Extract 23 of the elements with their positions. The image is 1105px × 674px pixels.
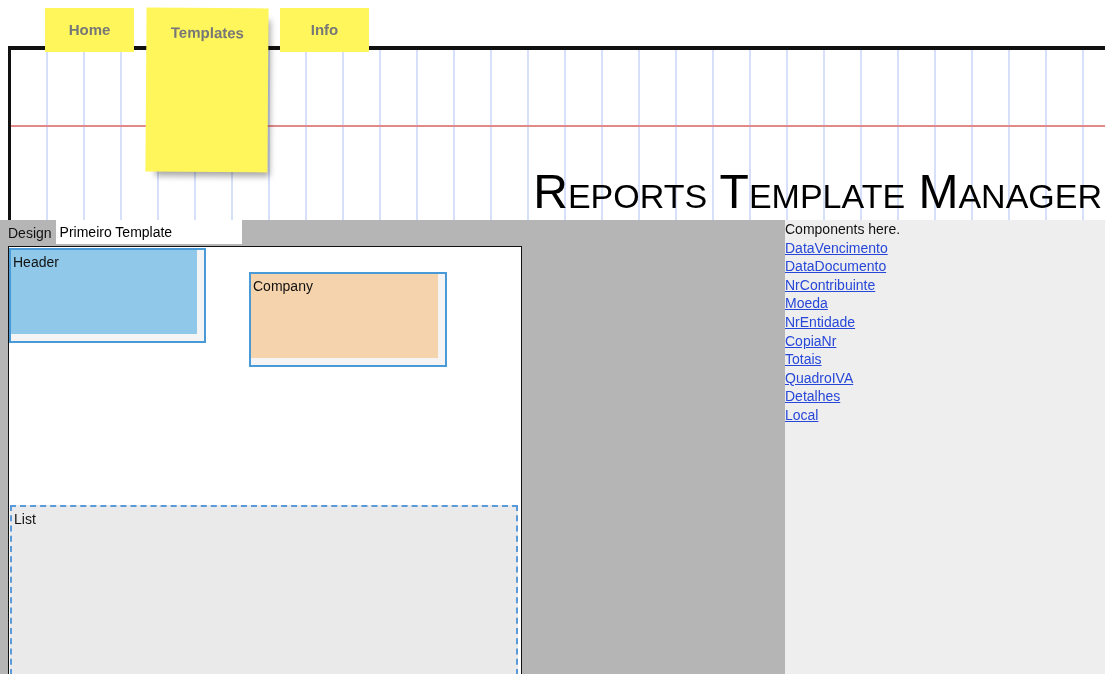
design-label: Design: [7, 224, 53, 243]
component-link[interactable]: Totais: [785, 350, 822, 369]
page-title: Reports Template Manager: [533, 168, 1102, 216]
nav-tab[interactable]: Info: [280, 8, 369, 52]
component-link[interactable]: NrContribuinte: [785, 275, 876, 295]
nav-tab[interactable]: Templates: [145, 7, 269, 173]
component-link[interactable]: NrEntidade: [785, 312, 856, 332]
components-heading: Components here.: [785, 220, 902, 239]
block-label: List: [14, 511, 36, 527]
component-link[interactable]: CopiaNr: [785, 331, 837, 351]
nav-tab[interactable]: Home: [45, 8, 134, 52]
component-link[interactable]: Local: [785, 405, 819, 425]
block-label: Header: [13, 254, 59, 270]
list-section[interactable]: List: [10, 505, 518, 674]
component-link[interactable]: Detalhes: [785, 387, 841, 406]
component-link[interactable]: DataDocumento: [785, 257, 887, 276]
template-name-field[interactable]: Primeiro Template: [55, 220, 242, 244]
component-link[interactable]: DataVencimento: [785, 238, 888, 258]
component-link[interactable]: Moeda: [785, 294, 828, 313]
component-link[interactable]: QuadroIVA: [785, 368, 854, 388]
report-block[interactable]: Company: [249, 272, 447, 367]
report-block[interactable]: Header: [9, 248, 206, 343]
block-label: Company: [253, 278, 313, 294]
